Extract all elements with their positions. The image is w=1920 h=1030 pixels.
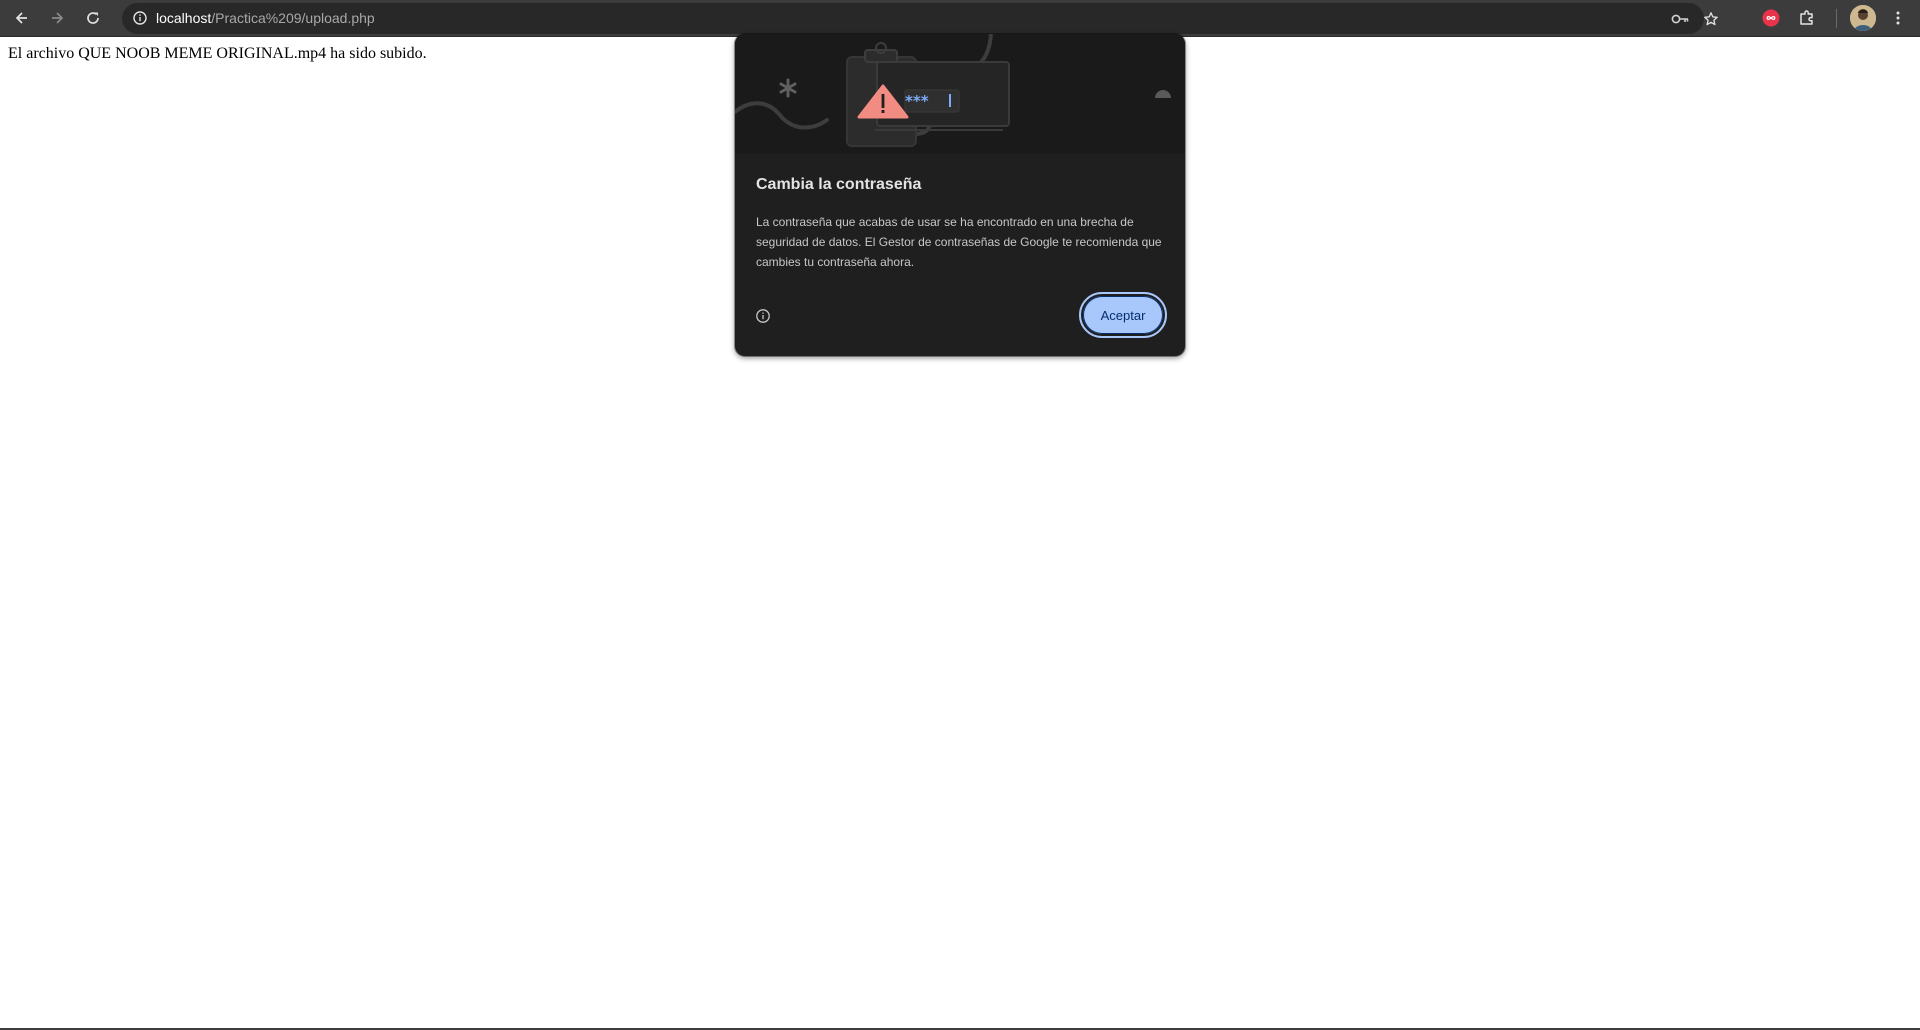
url-host: localhost (156, 10, 212, 26)
info-icon (133, 11, 147, 25)
arrow-forward-icon (52, 12, 64, 24)
masked-password-text: *** (905, 92, 929, 110)
infinity-badge-icon (1762, 9, 1780, 27)
browser-toolbar: localhost/Practica%209/upload.php (0, 0, 1920, 37)
dialog-body: La contraseña que acabas de usar se ha e… (756, 215, 1162, 269)
profile-avatar-icon (1850, 5, 1876, 31)
profile-avatar[interactable] (1850, 5, 1876, 31)
key-icon (1671, 14, 1689, 24)
site-info-button[interactable] (128, 6, 152, 30)
password-breach-illustration: *** (735, 34, 1185, 154)
extensions-menu-button[interactable] (1793, 4, 1821, 32)
toolbar-divider (1836, 9, 1837, 28)
info-icon (756, 309, 770, 323)
accept-button[interactable]: Aceptar (1079, 292, 1167, 338)
forward-button[interactable] (43, 4, 71, 32)
info-button[interactable] (749, 302, 777, 330)
password-key-button[interactable] (1667, 6, 1693, 32)
browser-menu-button[interactable] (1884, 4, 1912, 32)
url-path: /Practica%209/upload.php (211, 10, 375, 26)
puzzle-icon (1800, 10, 1813, 25)
star-icon (1704, 12, 1718, 26)
arrow-back-icon (15, 12, 27, 24)
back-button[interactable] (8, 4, 36, 32)
extension-button[interactable] (1757, 4, 1785, 32)
address-bar[interactable]: localhost/Practica%209/upload.php (122, 3, 1718, 34)
url-text[interactable]: localhost/Practica%209/upload.php (156, 10, 375, 26)
dialog-title: Cambia la contraseña (756, 176, 922, 193)
bookmark-button[interactable] (1698, 6, 1724, 32)
upload-message: El archivo QUE NOOB MEME ORIGINAL.mp4 ha… (8, 45, 427, 62)
kebab-menu-icon (1896, 11, 1900, 25)
password-breach-dialog: *** Cambia la contraseña La contraseña q… (735, 34, 1185, 356)
reload-button[interactable] (79, 4, 107, 32)
reload-icon (87, 12, 99, 24)
